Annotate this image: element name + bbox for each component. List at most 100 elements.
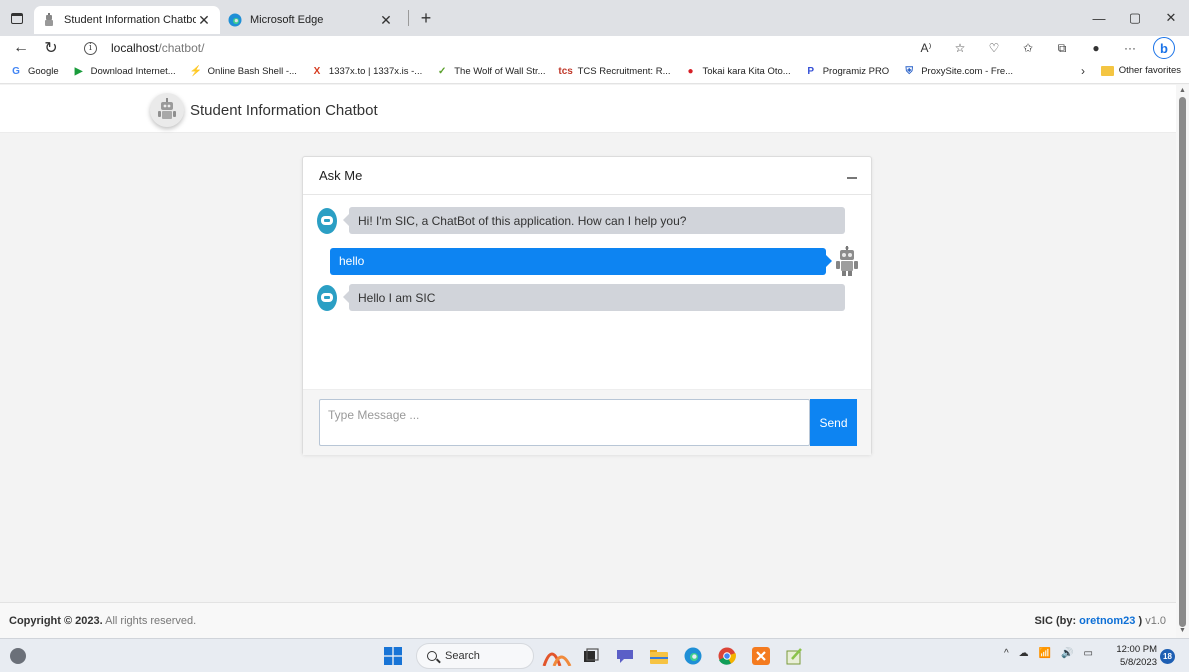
xampp-icon[interactable]	[744, 642, 778, 670]
window-controls: — ▢ ✕	[1081, 0, 1189, 36]
favorite-item[interactable]: ● Tokai kara Kita Oto...	[685, 66, 790, 78]
favorite-favicon-icon: ⛨	[905, 66, 913, 77]
profile-icon[interactable]: ●	[1079, 37, 1113, 59]
favorite-item[interactable]: tcs TCS Recruitment: R...	[558, 66, 671, 78]
favorite-item[interactable]: ✓ The Wolf of Wall Str...	[436, 66, 546, 78]
bot-message: Hello I am SIC	[317, 284, 845, 311]
site-brand[interactable]: Student Information Chatbot	[150, 93, 378, 127]
notepad-plus-plus-icon[interactable]	[778, 642, 812, 670]
url-host: localhost	[111, 41, 159, 55]
add-favorite-star-icon[interactable]: ☆	[943, 37, 977, 59]
close-tab-icon[interactable]: ✕	[196, 12, 212, 28]
favorite-label: TCS Recruitment: R...	[577, 66, 671, 77]
chat-header: Ask Me	[303, 157, 871, 195]
other-favorites-folder[interactable]: Other favorites	[1100, 65, 1181, 76]
favorite-favicon-icon: tcs	[558, 66, 573, 77]
clock-date: 5/8/2023	[1120, 657, 1157, 668]
chat-teams-icon[interactable]	[608, 642, 642, 670]
site-info-icon[interactable]: i	[84, 41, 97, 55]
bot-avatar-icon	[317, 207, 337, 234]
bot-message: Hi! I'm SIC, a ChatBot of this applicati…	[317, 207, 845, 234]
chat-messages: Hi! I'm SIC, a ChatBot of this applicati…	[303, 195, 871, 389]
credits-text: SIC (by: oretnom23 ) v1.0	[1035, 615, 1166, 627]
favorite-item[interactable]: ▶ Download Internet...	[73, 66, 176, 78]
favorite-label: Download Internet...	[90, 66, 176, 77]
show-hidden-icons-chevron-icon[interactable]: ^	[1004, 648, 1009, 659]
back-arrow-icon[interactable]: ←	[6, 37, 36, 59]
bing-copilot-button[interactable]: b	[1147, 37, 1181, 59]
scrollbar-thumb[interactable]	[1179, 97, 1186, 627]
favorite-label: 1337x.to | 1337x.is -...	[328, 66, 423, 77]
favorite-favicon-icon: ▶	[74, 66, 83, 77]
browser-essentials-icon[interactable]: ♡	[977, 37, 1011, 59]
task-view-icon[interactable]	[574, 642, 608, 670]
tab-student-information-chatbot[interactable]: Student Information Chatbot ✕	[34, 6, 220, 34]
new-tab-plus-icon[interactable]: +	[415, 7, 437, 29]
author-link[interactable]: oretnom23	[1079, 615, 1135, 627]
browser-nav-bar: ← ↻ i localhost/chatbot/ A⁾ ☆ ♡ ✩ ⧉ ● ··…	[0, 36, 1189, 60]
close-window-button[interactable]: ✕	[1153, 0, 1189, 36]
other-favorites-label: Other favorites	[1118, 65, 1181, 76]
app-name: SIC	[1034, 615, 1053, 627]
file-explorer-icon[interactable]	[642, 642, 676, 670]
favorite-item[interactable]: G Google	[10, 66, 59, 78]
favorite-item[interactable]: ⚡ Online Bash Shell -...	[189, 66, 297, 78]
favorite-item[interactable]: ⛨ ProxySite.com - Fre...	[903, 66, 1013, 78]
user-message-bubble: hello	[330, 247, 832, 275]
scroll-down-arrow-icon[interactable]: ▼	[1179, 627, 1186, 634]
tab-separator	[408, 10, 409, 26]
arch-app-icon[interactable]	[540, 642, 574, 670]
start-windows-icon[interactable]	[376, 642, 410, 670]
volume-icon[interactable]: 🔊	[1061, 648, 1073, 659]
user-message: hello	[330, 245, 860, 277]
onedrive-cloud-icon[interactable]: ☁	[1019, 648, 1029, 659]
browser-toolbar-right: A⁾ ☆ ♡ ✩ ⧉ ● ··· b	[909, 36, 1181, 60]
send-button[interactable]: Send	[810, 399, 857, 446]
battery-icon[interactable]: ▭	[1084, 648, 1093, 659]
minimize-chat-button[interactable]	[847, 177, 857, 179]
chat-widget: Ask Me Hi! I'm SIC, a ChatBot of this ap…	[302, 156, 872, 455]
page-scrollbar[interactable]: ▲ ▼	[1176, 85, 1189, 638]
folder-icon	[1100, 65, 1114, 76]
widgets-icon[interactable]	[10, 648, 26, 664]
favorite-label: Google	[28, 66, 59, 77]
chatbot-logo-icon	[150, 93, 184, 127]
tab-microsoft-edge[interactable]: Microsoft Edge ✕	[220, 6, 402, 34]
favorites-overflow-icon[interactable]: ›	[1081, 64, 1085, 78]
favorite-label: Programiz PRO	[822, 66, 890, 77]
address-bar[interactable]: i localhost/chatbot/	[84, 37, 904, 59]
more-options-icon[interactable]: ···	[1113, 37, 1147, 59]
chrome-browser-icon[interactable]	[710, 642, 744, 670]
message-input[interactable]	[319, 399, 810, 446]
chat-composer: Send	[303, 389, 871, 455]
maximize-window-button[interactable]: ▢	[1117, 0, 1153, 36]
url-path: /chatbot/	[158, 41, 205, 55]
browser-tab-bar: Student Information Chatbot ✕ Microsoft …	[0, 0, 1189, 36]
tab-actions-button[interactable]	[0, 0, 34, 36]
read-aloud-icon[interactable]: A⁾	[909, 37, 943, 59]
favorite-label: Online Bash Shell -...	[207, 66, 297, 77]
close-tab-icon[interactable]: ✕	[378, 12, 394, 28]
minimize-window-button[interactable]: —	[1081, 0, 1117, 36]
edge-browser-icon[interactable]	[676, 642, 710, 670]
favorite-item[interactable]: X 1337x.to | 1337x.is -...	[311, 66, 423, 78]
windows-taskbar: Search ^ ☁ 📶 🔊 ▭ 12:00 PM 5/8/2023 18	[0, 638, 1189, 672]
collections-icon[interactable]: ⧉	[1045, 37, 1079, 59]
refresh-icon[interactable]: ↻	[36, 37, 66, 59]
favorite-label: ProxySite.com - Fre...	[921, 66, 1014, 77]
favorite-label: The Wolf of Wall Str...	[454, 66, 546, 77]
taskbar-apps: Search	[376, 642, 812, 670]
favorites-icon[interactable]: ✩	[1011, 37, 1045, 59]
taskbar-clock[interactable]: 12:00 PM 5/8/2023	[1116, 643, 1157, 669]
edge-favicon-icon	[228, 13, 242, 27]
user-robot-avatar-icon	[834, 245, 860, 277]
favorite-item[interactable]: P Programiz PRO	[805, 66, 890, 78]
taskbar-search[interactable]: Search	[416, 643, 534, 669]
scroll-up-arrow-icon[interactable]: ▲	[1179, 87, 1186, 94]
copyright-rights: All rights reserved.	[102, 615, 197, 627]
notification-badge[interactable]: 18	[1160, 649, 1175, 664]
taskbar-search-label: Search	[445, 650, 480, 662]
wifi-icon[interactable]: 📶	[1039, 648, 1051, 659]
favorite-favicon-icon: G	[12, 66, 20, 77]
bing-icon: b	[1153, 37, 1175, 59]
